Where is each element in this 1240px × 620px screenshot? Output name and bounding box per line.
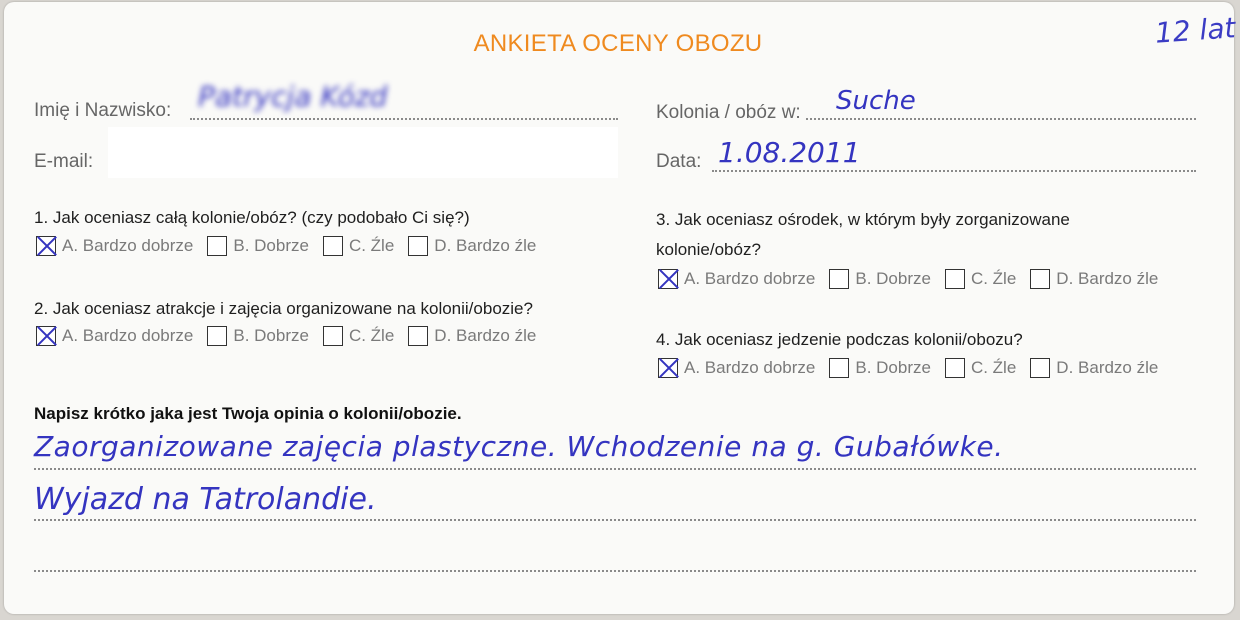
question-1-options: A. Bardzo dobrze B. Dobrze C. Źle D. Bar…: [36, 236, 550, 256]
email-label: E-mail:: [34, 151, 94, 172]
q2-option-b-label: B. Dobrze: [233, 326, 309, 345]
question-3-line2: kolonie/obóz?: [656, 240, 761, 259]
question-4: 4. Jak oceniasz jedzenie podczas kolonii…: [656, 330, 1023, 349]
question-3-line1: 3. Jak oceniasz ośrodek, w którym były z…: [656, 210, 1070, 229]
name-value[interactable]: Patrycja Kózd: [198, 80, 387, 113]
name-label: Imię i Nazwisko:: [34, 100, 172, 121]
q3-option-c-checkbox[interactable]: [944, 269, 965, 289]
q4-option-a-checkbox[interactable]: [658, 358, 678, 378]
q2-option-a-label: A. Bardzo dobrze: [62, 326, 194, 345]
q1-option-b-checkbox[interactable]: [207, 236, 228, 256]
date-line: [712, 170, 1196, 172]
age-note: 12 lat: [1153, 11, 1237, 50]
q1-option-a-checkbox[interactable]: [36, 236, 56, 256]
survey-title: ANKIETA OCENY OBOZU: [473, 30, 763, 57]
q4-option-b-label: B. Dobrze: [855, 358, 931, 377]
opinion-text-line-1[interactable]: Zaorganizowane zajęcia plastyczne. Wchod…: [34, 430, 1003, 463]
q1-option-c-checkbox[interactable]: [322, 236, 343, 256]
q1-option-b-label: B. Dobrze: [233, 236, 309, 255]
q1-option-d-label: D. Bardzo źle: [434, 236, 537, 255]
q3-option-c-label: C. Źle: [970, 269, 1017, 288]
email-field[interactable]: [108, 127, 618, 178]
q2-option-c-label: C. Źle: [348, 326, 395, 345]
q3-option-a-label: A. Bardzo dobrze: [684, 269, 816, 288]
q4-option-d-label: D. Bardzo źle: [1056, 358, 1159, 377]
q2-option-a-checkbox[interactable]: [36, 326, 56, 346]
q4-option-c-checkbox[interactable]: [944, 358, 965, 378]
q1-option-d-checkbox[interactable]: [408, 236, 429, 256]
q1-option-a-label: A. Bardzo dobrze: [62, 236, 194, 255]
date-value[interactable]: 1.08.2011: [718, 136, 861, 169]
q3-option-d-checkbox[interactable]: [1030, 269, 1051, 289]
q2-option-b-checkbox[interactable]: [207, 326, 228, 346]
q3-option-d-label: D. Bardzo źle: [1056, 269, 1159, 288]
question-1: 1. Jak oceniasz całą kolonie/obóz? (czy …: [34, 208, 470, 227]
q2-option-d-label: D. Bardzo źle: [434, 326, 537, 345]
date-label: Data:: [656, 151, 702, 172]
q2-option-d-checkbox[interactable]: [408, 326, 429, 346]
q2-option-c-checkbox[interactable]: [322, 326, 343, 346]
q4-option-d-checkbox[interactable]: [1030, 358, 1051, 378]
q4-option-a-label: A. Bardzo dobrze: [684, 358, 816, 377]
question-4-options: A. Bardzo dobrze B. Dobrze C. Źle D. Bar…: [658, 358, 1172, 378]
question-2: 2. Jak oceniasz atrakcje i zajęcia organ…: [34, 299, 533, 318]
camp-value[interactable]: Suche: [836, 86, 916, 116]
q3-option-b-checkbox[interactable]: [829, 269, 850, 289]
q3-option-b-label: B. Dobrze: [855, 269, 931, 288]
camp-label: Kolonia / obóz w:: [656, 102, 801, 123]
name-line: [190, 118, 618, 120]
opinion-text-line-2[interactable]: Wyjazd na Tatrolandie.: [34, 482, 377, 517]
opinion-line-2: [34, 519, 1196, 521]
opinion-line-3: [34, 570, 1196, 572]
opinion-label: Napisz krótko jaka jest Twoja opinia o k…: [34, 404, 462, 423]
q1-option-c-label: C. Źle: [348, 236, 395, 255]
q4-option-c-label: C. Źle: [970, 358, 1017, 377]
q3-option-a-checkbox[interactable]: [658, 269, 678, 289]
question-3-options: A. Bardzo dobrze B. Dobrze C. Źle D. Bar…: [658, 269, 1172, 289]
camp-line: [806, 118, 1196, 120]
q4-option-b-checkbox[interactable]: [829, 358, 850, 378]
opinion-line-1: [34, 468, 1196, 470]
question-2-options: A. Bardzo dobrze B. Dobrze C. Źle D. Bar…: [36, 326, 550, 346]
